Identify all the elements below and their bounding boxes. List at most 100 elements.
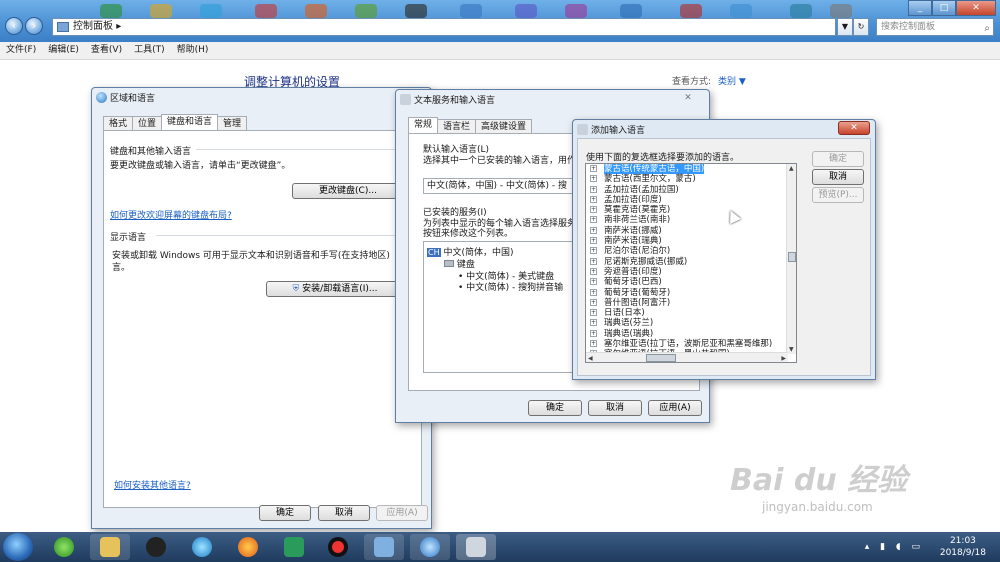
refresh-button[interactable]: ↻	[853, 18, 869, 36]
expand-icon[interactable]: +	[590, 216, 597, 224]
tab-advanced-key-settings[interactable]: 高级键设置	[475, 119, 533, 133]
menu-edit[interactable]: 编辑(E)	[42, 42, 85, 59]
region-cancel-button[interactable]: 取消	[318, 505, 370, 521]
add-language-close-button[interactable]: ✕	[838, 121, 870, 135]
language-list-item[interactable]: + 塞尔维亚语(拉丁语，波斯尼亚和黑塞哥维那)	[586, 339, 796, 349]
add-language-preview-button[interactable]: 预览(P)...	[812, 187, 864, 203]
tab-keyboards-languages[interactable]: 键盘和语言	[161, 114, 219, 130]
keyboard-icon	[444, 260, 454, 267]
expand-icon[interactable]: +	[590, 288, 597, 296]
forward-button[interactable]: ›	[25, 17, 43, 35]
change-keyboards-button[interactable]: 更改键盘(C)...	[292, 183, 404, 199]
taskbar-app-360-icon[interactable]	[44, 534, 84, 560]
scroll-down-icon[interactable]: ▼	[789, 346, 794, 353]
language-list-item[interactable]: + 葡萄牙语(葡萄牙)	[586, 288, 796, 298]
taskbar-explorer-icon[interactable]	[90, 534, 130, 560]
tab-location[interactable]: 位置	[132, 116, 163, 130]
expand-icon[interactable]: +	[590, 165, 597, 172]
maximize-button[interactable]: □	[932, 0, 956, 16]
language-list-item[interactable]: + 南萨米语(挪威)	[586, 226, 796, 236]
expand-icon[interactable]: +	[590, 340, 597, 348]
vertical-scrollbar[interactable]: ▲ ▼	[786, 164, 796, 354]
language-list-item[interactable]: + 葡萄牙语(巴西)	[586, 277, 796, 287]
language-list-item[interactable]: + 蒙古语(传统蒙古语，中国)	[586, 164, 796, 174]
installed-services-tree[interactable]: CH 中文(简体，中国) 键盘 • 中文(简体) - 美式键盘 • 中文(简体)…	[423, 241, 579, 373]
language-list-item[interactable]: + 尼泊尔语(尼泊尔)	[586, 246, 796, 256]
language-list-item[interactable]: + 尼诺斯克挪威语(挪威)	[586, 257, 796, 267]
text-services-cancel-button[interactable]: 取消	[588, 400, 642, 416]
menu-help[interactable]: 帮助(H)	[171, 42, 215, 59]
expand-icon[interactable]: +	[590, 298, 597, 306]
scroll-thumb[interactable]	[788, 252, 796, 262]
taskbar-media-icon[interactable]	[182, 534, 222, 560]
taskbar-control-panel-icon[interactable]	[364, 534, 404, 560]
expand-icon[interactable]: +	[590, 206, 597, 214]
address-dropdown-button[interactable]: ▼	[837, 18, 853, 36]
expand-icon[interactable]: +	[590, 267, 597, 275]
expand-icon[interactable]: +	[590, 195, 597, 203]
minimize-button[interactable]: _	[908, 0, 932, 16]
language-list-item[interactable]: + 旁遮普语(印度)	[586, 267, 796, 277]
scroll-up-icon[interactable]: ▲	[789, 165, 794, 172]
text-services-ok-button[interactable]: 确定	[528, 400, 582, 416]
menu-file[interactable]: 文件(F)	[0, 42, 42, 59]
start-button[interactable]	[3, 533, 33, 561]
expand-icon[interactable]: +	[590, 319, 597, 327]
expand-icon[interactable]: +	[590, 257, 597, 265]
region-apply-button[interactable]: 应用(A)	[376, 505, 428, 521]
hscroll-thumb[interactable]	[646, 354, 676, 362]
expand-icon[interactable]: +	[590, 237, 597, 245]
expand-icon[interactable]: +	[590, 226, 597, 234]
menu-tools[interactable]: 工具(T)	[128, 42, 171, 59]
expand-icon[interactable]: +	[590, 185, 597, 193]
add-language-cancel-button[interactable]: 取消	[812, 169, 864, 185]
text-services-close-button[interactable]: ✕	[672, 91, 704, 105]
expand-icon[interactable]: +	[590, 278, 597, 286]
taskbar-recorder-icon[interactable]	[318, 534, 358, 560]
language-checkbox-tree[interactable]: + 蒙古语(传统蒙古语，中国) + 蒙古语(西里尔文，蒙古) + 孟加拉语(孟加拉国) + 孟…	[585, 163, 797, 363]
scroll-right-icon[interactable]: ▶	[781, 355, 786, 362]
scroll-left-icon[interactable]: ◀	[588, 355, 593, 362]
language-list-item[interactable]: + 孟加拉语(孟加拉国)	[586, 185, 796, 195]
add-language-ok-button[interactable]: 确定	[812, 151, 864, 167]
language-list-item[interactable]: + 莫霍克语(莫霍克)	[586, 205, 796, 215]
view-by-dropdown[interactable]: 类别 ▼	[718, 74, 746, 87]
language-list-item[interactable]: + 普什图语(阿富汗)	[586, 298, 796, 308]
taskbar-region-icon[interactable]	[410, 534, 450, 560]
taskbar-video-icon[interactable]	[274, 534, 314, 560]
taskbar-firefox-icon[interactable]	[228, 534, 268, 560]
language-list-item[interactable]: + 瑞典语(芬兰)	[586, 318, 796, 328]
close-button[interactable]: ✕	[956, 0, 996, 16]
taskbar-qq-icon[interactable]	[136, 534, 176, 560]
tab-formats[interactable]: 格式	[103, 116, 134, 130]
system-tray[interactable]: ▴ ▮ ◖ ▭	[865, 542, 924, 552]
language-list-item[interactable]: + 瑞典语(瑞典)	[586, 329, 796, 339]
tab-general[interactable]: 常规	[408, 117, 439, 133]
tree-service-item[interactable]: • 中文(简体) - 搜狗拼音输	[458, 280, 563, 293]
language-list-item[interactable]: + 南非荷兰语(南非)	[586, 215, 796, 225]
language-list-item[interactable]: + 日语(日本)	[586, 308, 796, 318]
expand-icon[interactable]: +	[590, 329, 597, 337]
tab-language-bar[interactable]: 语言栏	[437, 119, 477, 133]
region-ok-button[interactable]: 确定	[259, 505, 311, 521]
language-list-item[interactable]: + 孟加拉语(印度)	[586, 195, 796, 205]
expand-icon[interactable]: +	[590, 175, 597, 183]
welcome-screen-keyboard-link[interactable]: 如何更改欢迎屏幕的键盘布局?	[110, 208, 232, 221]
expand-icon[interactable]: +	[590, 309, 597, 317]
taskbar-clock[interactable]: 21:03 2018/9/18	[940, 535, 986, 559]
language-list-item[interactable]: + 南萨米语(瑞典)	[586, 236, 796, 246]
menu-view[interactable]: 查看(V)	[85, 42, 128, 59]
tab-administrative[interactable]: 管理	[217, 116, 248, 130]
taskbar-keyboard-icon[interactable]	[456, 534, 496, 560]
install-other-languages-link[interactable]: 如何安装其他语言?	[114, 478, 191, 491]
address-bar[interactable]: 控制面板 ▸	[52, 18, 836, 36]
horizontal-scrollbar[interactable]: ◀ ▶	[586, 352, 788, 362]
back-button[interactable]: ‹	[5, 17, 23, 35]
language-list-item[interactable]: + 蒙古语(西里尔文，蒙古)	[586, 174, 796, 184]
breadcrumb-control-panel[interactable]: 控制面板	[73, 21, 113, 32]
expand-icon[interactable]: +	[590, 247, 597, 255]
search-input[interactable]: 搜索控制面板 ⌕	[876, 18, 994, 36]
text-services-apply-button[interactable]: 应用(A)	[648, 400, 702, 416]
install-uninstall-languages-button[interactable]: ⛨ 安装/卸载语言(I)...	[266, 281, 404, 297]
default-input-language-select[interactable]: 中文(简体，中国) - 中文(简体) - 搜	[423, 178, 583, 194]
